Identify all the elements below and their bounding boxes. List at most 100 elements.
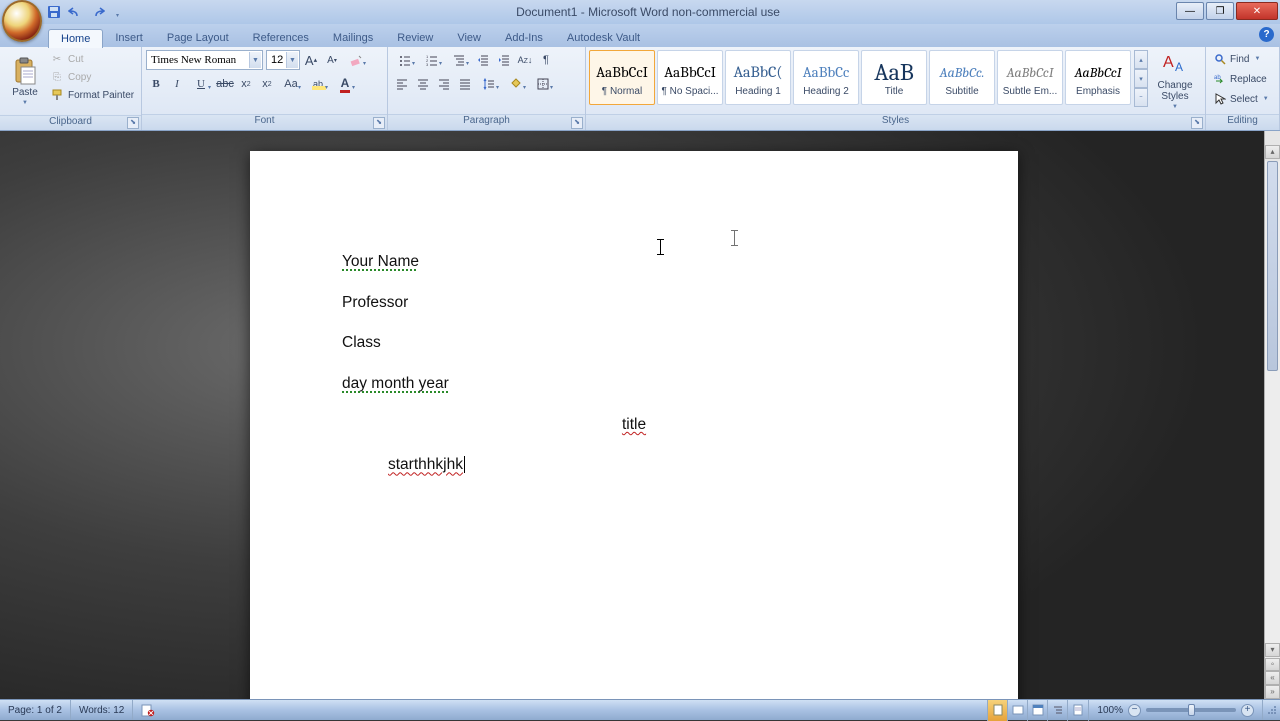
styles-dialog-launcher[interactable]: ⬊ — [1191, 117, 1203, 129]
sort-button[interactable]: AZ↓ — [515, 50, 535, 70]
tab-insert[interactable]: Insert — [103, 29, 155, 47]
style-subtle-em-[interactable]: AaBbCcISubtle Em... — [997, 50, 1063, 105]
undo-icon[interactable] — [66, 2, 86, 22]
vertical-scrollbar[interactable]: ▴ ▾ ◦ « » — [1264, 131, 1280, 699]
superscript-button[interactable]: x2 — [257, 74, 277, 94]
document-page[interactable]: Your Name Professor Class day month year… — [250, 151, 1018, 709]
increase-indent-button[interactable] — [494, 50, 514, 70]
tab-references[interactable]: References — [241, 29, 321, 47]
office-button[interactable] — [2, 0, 42, 42]
prev-page-button[interactable]: « — [1265, 671, 1280, 685]
scroll-up-button[interactable]: ▴ — [1265, 145, 1280, 159]
zoom-slider-thumb[interactable] — [1188, 704, 1195, 716]
select-button[interactable]: Select▼ — [1210, 89, 1272, 109]
tab-page-layout[interactable]: Page Layout — [155, 29, 241, 47]
browse-object-icon[interactable]: ◦ — [1265, 658, 1280, 671]
styles-row-up[interactable]: ▴ — [1134, 50, 1148, 69]
grow-font-button[interactable]: A▴ — [301, 50, 321, 70]
print-layout-view[interactable] — [988, 700, 1008, 721]
outline-view[interactable] — [1048, 700, 1068, 721]
help-icon[interactable]: ? — [1259, 27, 1274, 42]
minimize-button[interactable]: — — [1176, 2, 1204, 20]
style--no-spaci-[interactable]: AaBbCcI¶ No Spaci... — [657, 50, 723, 105]
font-color-button[interactable]: A — [332, 74, 358, 94]
zoom-in-button[interactable]: + — [1241, 704, 1254, 717]
font-size-combo[interactable]: 12 ▼ — [266, 50, 300, 70]
bold-button[interactable]: B — [146, 74, 166, 94]
tab-home[interactable]: Home — [48, 29, 103, 48]
tab-mailings[interactable]: Mailings — [321, 29, 385, 47]
font-name-combo[interactable]: Times New Roman ▼ — [146, 50, 263, 70]
style-label: Subtle Em... — [1003, 86, 1057, 97]
shading-button[interactable] — [503, 74, 529, 94]
status-proofing[interactable] — [133, 700, 163, 720]
style-subtitle[interactable]: AaBbCc.Subtitle — [929, 50, 995, 105]
replace-label: Replace — [1230, 74, 1267, 85]
maximize-button[interactable]: ❐ — [1206, 2, 1234, 20]
change-case-button[interactable]: Aa — [278, 74, 304, 94]
web-layout-view[interactable] — [1028, 700, 1048, 721]
find-button[interactable]: Find▼ — [1210, 49, 1263, 69]
multilevel-list-button[interactable] — [446, 50, 472, 70]
clipboard-dialog-launcher[interactable]: ⬊ — [127, 117, 139, 129]
format-painter-button[interactable]: Format Painter — [50, 88, 134, 102]
show-hide-button[interactable]: ¶ — [536, 50, 556, 70]
close-button[interactable]: ✕ — [1236, 2, 1278, 20]
change-styles-button[interactable]: AA Change Styles ▼ — [1150, 49, 1200, 111]
tab-view[interactable]: View — [445, 29, 493, 47]
clear-formatting-button[interactable] — [343, 50, 369, 70]
draft-view[interactable] — [1068, 700, 1088, 721]
style-title[interactable]: AaBTitle — [861, 50, 927, 105]
resize-grip[interactable] — [1262, 700, 1280, 720]
copy-button[interactable]: ⎘ Copy — [50, 70, 134, 84]
numbering-button[interactable]: 123 — [419, 50, 445, 70]
cut-button[interactable]: ✂ Cut — [50, 52, 134, 66]
zoom-out-button[interactable]: − — [1128, 704, 1141, 717]
subscript-button[interactable]: x2 — [236, 74, 256, 94]
style-emphasis[interactable]: AaBbCcIEmphasis — [1065, 50, 1131, 105]
document-area[interactable]: ▦ Your Name Professor Class day month ye… — [0, 131, 1280, 699]
next-page-button[interactable]: » — [1265, 685, 1280, 699]
status-page[interactable]: Page: 1 of 2 — [0, 700, 71, 720]
paste-button[interactable]: Paste ▼ — [4, 50, 46, 112]
copy-icon: ⎘ — [50, 70, 64, 84]
strikethrough-button[interactable]: abc — [215, 74, 235, 94]
font-name-value: Times New Roman — [151, 54, 236, 66]
qat-customize[interactable] — [110, 2, 122, 22]
line-spacing-button[interactable] — [476, 74, 502, 94]
borders-button[interactable] — [530, 74, 556, 94]
align-right-button[interactable] — [434, 74, 454, 94]
doc-line-professor: Professor — [342, 292, 926, 314]
style-heading-2[interactable]: AaBbCcHeading 2 — [793, 50, 859, 105]
italic-button[interactable]: I — [167, 74, 187, 94]
group-paragraph: 123 AZ↓ ¶ Paragraph⬊ — [388, 47, 586, 130]
align-left-button[interactable] — [392, 74, 412, 94]
decrease-indent-button[interactable] — [473, 50, 493, 70]
shrink-font-button[interactable]: A▾ — [322, 50, 342, 70]
styles-expand[interactable]: ⁼ — [1134, 88, 1148, 107]
justify-button[interactable] — [455, 74, 475, 94]
underline-button[interactable]: U — [188, 74, 214, 94]
save-icon[interactable] — [44, 2, 64, 22]
tab-add-ins[interactable]: Add-Ins — [493, 29, 555, 47]
align-center-button[interactable] — [413, 74, 433, 94]
tab-autodesk-vault[interactable]: Autodesk Vault — [555, 29, 652, 47]
style--normal[interactable]: AaBbCcI¶ Normal — [589, 50, 655, 105]
full-screen-view[interactable] — [1008, 700, 1028, 721]
format-painter-icon — [50, 88, 64, 102]
styles-row-down[interactable]: ▾ — [1134, 69, 1148, 88]
status-words[interactable]: Words: 12 — [71, 700, 133, 720]
zoom-slider[interactable] — [1146, 708, 1236, 712]
zoom-level[interactable]: 100% — [1097, 705, 1123, 716]
tab-review[interactable]: Review — [385, 29, 445, 47]
replace-button[interactable]: ab Replace — [1210, 69, 1270, 89]
paragraph-dialog-launcher[interactable]: ⬊ — [571, 117, 583, 129]
scroll-down-button[interactable]: ▾ — [1265, 643, 1280, 657]
scrollbar-thumb[interactable] — [1267, 161, 1278, 371]
highlight-button[interactable]: ab — [305, 74, 331, 94]
redo-icon[interactable] — [88, 2, 108, 22]
font-dialog-launcher[interactable]: ⬊ — [373, 117, 385, 129]
bullets-button[interactable] — [392, 50, 418, 70]
style-heading-1[interactable]: AaBbC(Heading 1 — [725, 50, 791, 105]
group-styles-label: Styles — [882, 115, 909, 126]
